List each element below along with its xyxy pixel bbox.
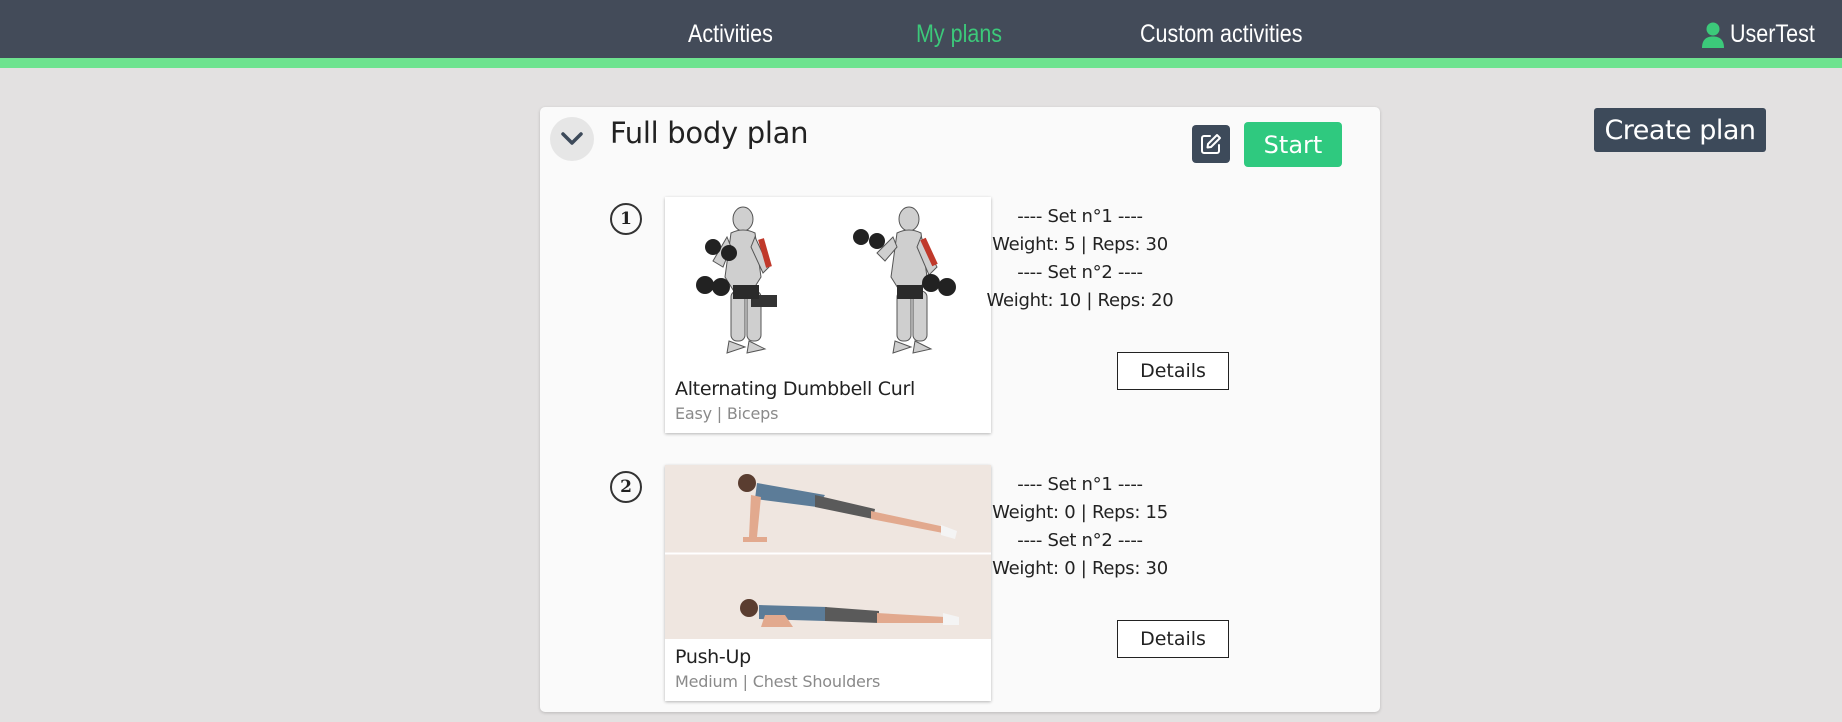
sets-summary: ---- Set n°1 ---- Weight: 5 | Reps: 30 -… — [930, 203, 1230, 315]
exercise-meta: Medium | Chest Shoulders — [675, 672, 881, 691]
exercise-name: Push-Up — [675, 646, 751, 668]
user-icon — [1702, 22, 1724, 48]
nav-custom-activities[interactable]: Custom activities — [1140, 20, 1302, 49]
exercise-item: 1 Alternating Dumbbell Curl Easy | Bicep… — [540, 197, 1380, 437]
user-menu[interactable]: UserTest — [1702, 20, 1829, 49]
details-button[interactable]: Details — [1117, 620, 1229, 658]
nav-activities[interactable]: Activities — [688, 20, 773, 49]
set-line: ---- Set n°1 ---- — [1017, 206, 1143, 227]
set-line: ---- Set n°2 ---- — [1017, 530, 1143, 551]
plan-card: Full body plan Start 1 Alternating Dumbb… — [540, 107, 1380, 712]
sets-summary: ---- Set n°1 ---- Weight: 0 | Reps: 15 -… — [930, 471, 1230, 583]
edit-plan-button[interactable] — [1192, 125, 1230, 163]
top-navbar: Activities My plans Custom activities Us… — [0, 0, 1842, 68]
exercise-number: 2 — [610, 471, 642, 503]
details-button[interactable]: Details — [1117, 352, 1229, 390]
nav-my-plans[interactable]: My plans — [916, 20, 1002, 49]
set-line: ---- Set n°1 ---- — [1017, 474, 1143, 495]
user-name: UserTest — [1730, 20, 1815, 48]
start-plan-button[interactable]: Start — [1244, 122, 1342, 167]
set-line: ---- Set n°2 ---- — [1017, 262, 1143, 283]
set-line: Weight: 5 | Reps: 30 — [992, 234, 1168, 255]
edit-icon — [1201, 134, 1221, 154]
exercise-name: Alternating Dumbbell Curl — [675, 378, 915, 400]
chevron-down-icon — [561, 132, 583, 145]
exercise-number: 1 — [610, 203, 642, 235]
exercise-meta: Easy | Biceps — [675, 404, 779, 423]
create-plan-button[interactable]: Create plan — [1594, 108, 1766, 152]
exercise-item: 2 Push-Up Medium | Chest Shoulders ---- … — [540, 465, 1380, 705]
collapse-button[interactable] — [550, 117, 594, 161]
set-line: Weight: 0 | Reps: 15 — [992, 502, 1168, 523]
set-line: Weight: 10 | Reps: 20 — [986, 290, 1174, 311]
set-line: Weight: 0 | Reps: 30 — [992, 558, 1168, 579]
plan-title: Full body plan — [610, 116, 809, 150]
